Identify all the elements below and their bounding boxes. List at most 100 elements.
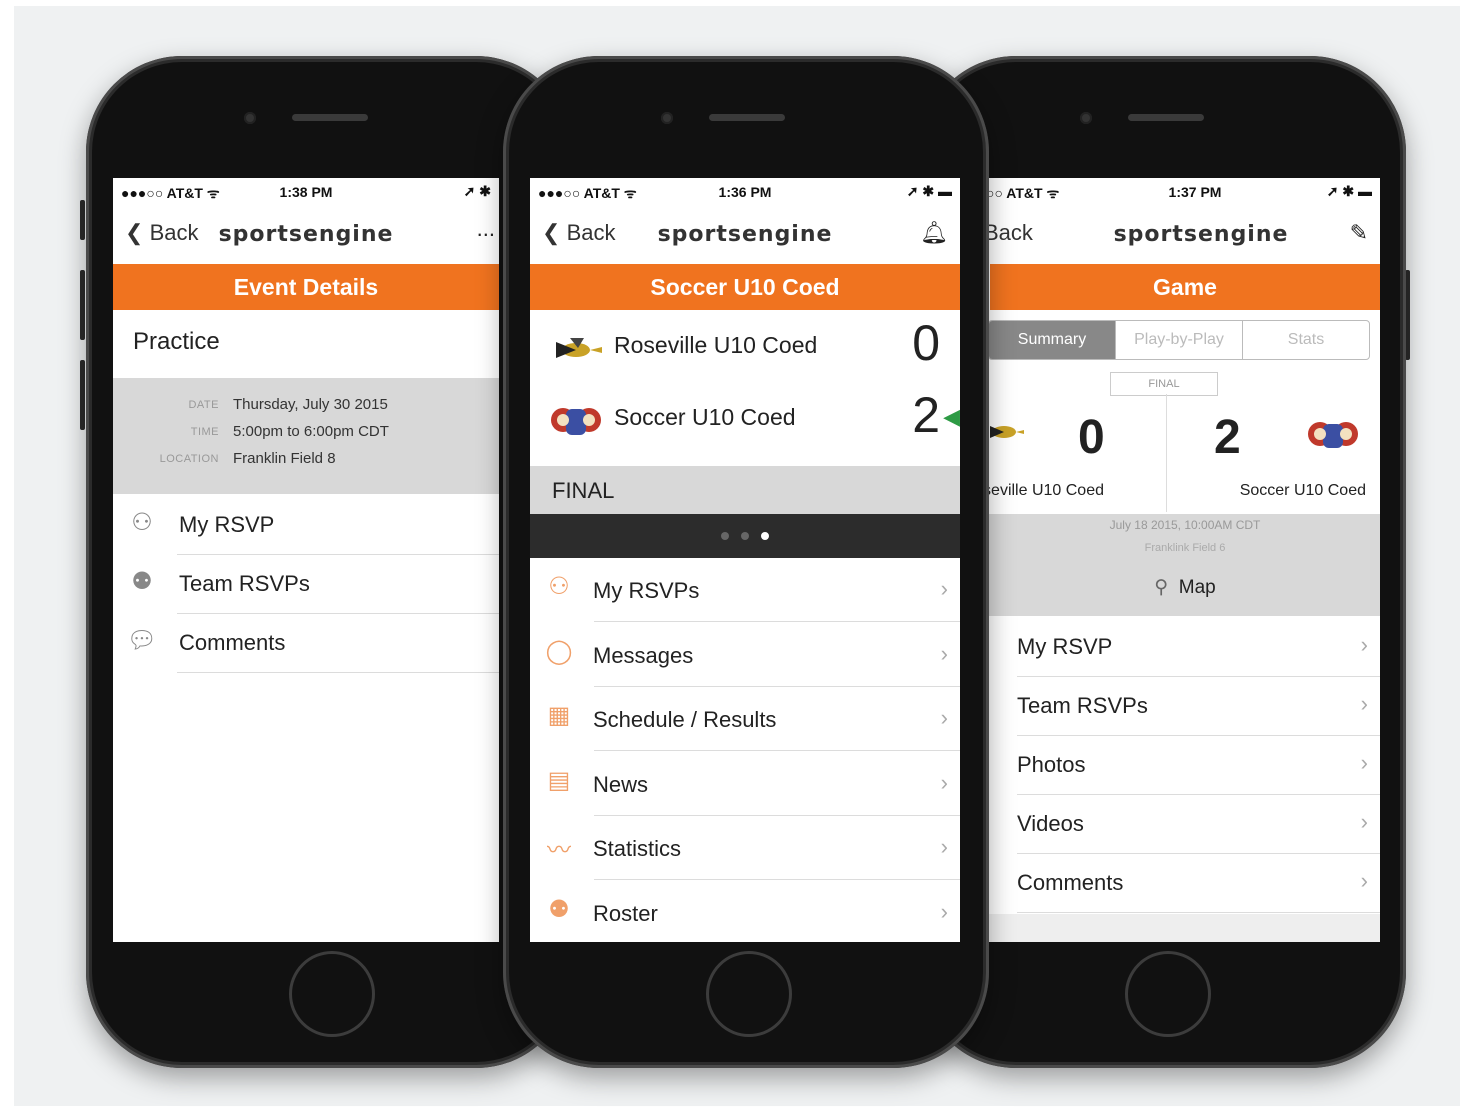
event-title: Practice <box>133 328 220 355</box>
event-details-panel: DATE Thursday, July 30 2015 TIME 5:00pm to … <box>113 378 499 494</box>
team-row[interactable]: Soccer U10 Coed 2 ◀ <box>530 384 960 456</box>
map-pin-icon: ⚲ <box>1154 577 1169 598</box>
menu-item[interactable]: ▤ News › <box>530 752 960 816</box>
page-title: Event Details <box>113 264 499 310</box>
menu-item-label: Team RSVPs <box>1017 693 1148 718</box>
team-row[interactable]: Roseville U10 Coed 0 <box>530 312 960 384</box>
menu-item-label: Roster <box>593 900 658 926</box>
status-icons: ➚ ✱ ▬ <box>1326 183 1372 199</box>
detail-value: Franklin Field 8 <box>233 450 336 467</box>
list-footer <box>950 914 1380 942</box>
mute-switch <box>80 200 85 240</box>
menu-item-label: Team RSVPs <box>179 571 310 596</box>
game-location: Franklink Field 6 <box>1144 542 1226 554</box>
map-link[interactable]: ⚲ Map <box>990 576 1380 599</box>
chevron-right-icon: › <box>940 640 948 666</box>
tab-play-by-play[interactable]: Play-by-Play <box>1115 321 1242 359</box>
brand-logo: sportsengine <box>657 222 833 247</box>
row-divider <box>177 672 499 673</box>
page-title: Game <box>990 264 1380 310</box>
detail-label: LOCATION <box>159 453 219 465</box>
menu-item-label: My RSVPs <box>593 578 700 603</box>
game-status: FINAL <box>552 478 615 503</box>
speech-bubble-icon: ◯ <box>545 637 573 665</box>
bell-icon[interactable]: 🔔︎ <box>920 220 948 246</box>
status-bar: ○○ AT&T ᯤ 1:37 PM ➚ ✱ ▬ <box>950 178 1380 206</box>
chevron-right-icon: › <box>940 834 948 859</box>
menu-item[interactable]: ⚉ Roster › <box>530 881 960 943</box>
chevron-right-icon: › <box>940 898 948 924</box>
earpiece-speaker <box>292 114 368 121</box>
chevron-right-icon: › <box>1360 632 1368 657</box>
earpiece-speaker <box>709 114 785 121</box>
pencil-icon[interactable]: ✎ <box>1350 220 1368 246</box>
menu-item[interactable]: ⚇ My RSVP <box>113 496 499 555</box>
menu-item[interactable]: ⚇ My RSVPs › <box>530 558 960 622</box>
brand-logo: sportsengine <box>1113 222 1289 247</box>
page-indicator[interactable] <box>530 514 960 558</box>
newspaper-icon: ▤ <box>547 766 571 794</box>
detail-label: DATE <box>188 399 219 411</box>
winner-arrow-icon: ◀ <box>943 404 960 429</box>
menu-item[interactable]: 💬︎ Comments <box>113 614 499 673</box>
volume-down-button <box>80 360 85 430</box>
segmented-control: Summary Play-by-Play Stats <box>988 320 1370 360</box>
team-score: 2 <box>912 387 940 443</box>
menu-item[interactable]: ▦ Schedule / Results › <box>530 687 960 751</box>
page-dot <box>761 532 769 540</box>
team-name: Roseville U10 Coed <box>614 332 818 358</box>
menu-item[interactable]: My RSVP › <box>950 618 1380 677</box>
menu-item[interactable]: ◯ Messages › <box>530 623 960 687</box>
menu-item[interactable]: Team RSVPs › <box>950 677 1380 736</box>
person-icon: ⚇ <box>548 573 570 600</box>
people-icon: ⚉ <box>131 568 153 595</box>
hornet-logo-icon <box>986 416 1026 446</box>
detail-value: 5:00pm to 6:00pm CDT <box>233 423 389 440</box>
screen-right: ○○ AT&T ᯤ 1:37 PM ➚ ✱ ▬ Back sportsengin… <box>950 178 1380 942</box>
home-button[interactable] <box>289 951 375 1037</box>
away-score: 2 <box>1214 411 1241 464</box>
chevron-right-icon: › <box>1360 868 1368 893</box>
status-bar: ●●●○○ AT&T ᯤ 1:38 PM ➚ ✱ <box>113 178 499 206</box>
menu-item[interactable]: Videos › <box>950 795 1380 854</box>
menu-item[interactable]: ⚉ Team RSVPs <box>113 555 499 614</box>
more-button[interactable]: ... <box>477 216 495 242</box>
chevron-right-icon: › <box>1360 691 1368 716</box>
nav-bar: ❮ Back sportsengine ... <box>113 206 499 264</box>
menu-item[interactable]: 〰 Statistics › <box>530 816 960 880</box>
brand-logo: sportsengine <box>218 222 394 247</box>
home-score: 0 <box>1078 411 1105 464</box>
status-icons: ➚ ✱ <box>463 183 491 199</box>
page-dot <box>721 532 729 540</box>
screen-left: ●●●○○ AT&T ᯤ 1:38 PM ➚ ✱ ❮ Back sportsen… <box>113 178 499 942</box>
menu-item[interactable]: Photos › <box>950 736 1380 795</box>
menu-item-label: Messages <box>593 642 694 668</box>
chevron-right-icon: › <box>1360 750 1368 775</box>
menu-item-label: Comments <box>179 630 286 655</box>
ram-logo-icon <box>548 400 604 440</box>
front-camera <box>661 112 673 124</box>
team-score: 0 <box>912 315 940 371</box>
front-camera <box>1080 112 1092 124</box>
menu-item-label: Statistics <box>593 836 682 861</box>
home-button[interactable] <box>706 951 792 1037</box>
menu-item[interactable]: Comments › <box>950 854 1380 913</box>
chart-line-icon: 〰 <box>547 837 571 864</box>
final-badge: FINAL <box>1110 372 1218 396</box>
hornet-logo-icon <box>548 328 604 368</box>
screen-center: ●●●○○ AT&T ᯤ 1:36 PM ➚ ✱ ▬ ❮ Back sports… <box>530 178 960 942</box>
menu-item-label: Schedule / Results <box>593 707 777 732</box>
menu-item-label: News <box>593 771 649 797</box>
menu-item-label: My RSVP <box>1017 634 1113 659</box>
tab-summary[interactable]: Summary <box>989 321 1115 359</box>
tab-stats[interactable]: Stats <box>1242 321 1369 359</box>
page-dot <box>741 532 749 540</box>
earpiece-speaker <box>1128 114 1204 121</box>
home-button[interactable] <box>1125 951 1211 1037</box>
people-icon: ⚉ <box>548 895 570 923</box>
volume-up-button <box>80 270 85 340</box>
chevron-right-icon: › <box>940 769 948 795</box>
detail-value: Thursday, July 30 2015 <box>233 396 388 413</box>
ram-logo-icon <box>1306 414 1360 454</box>
nav-bar: ❮ Back sportsengine 🔔︎ <box>530 206 960 264</box>
